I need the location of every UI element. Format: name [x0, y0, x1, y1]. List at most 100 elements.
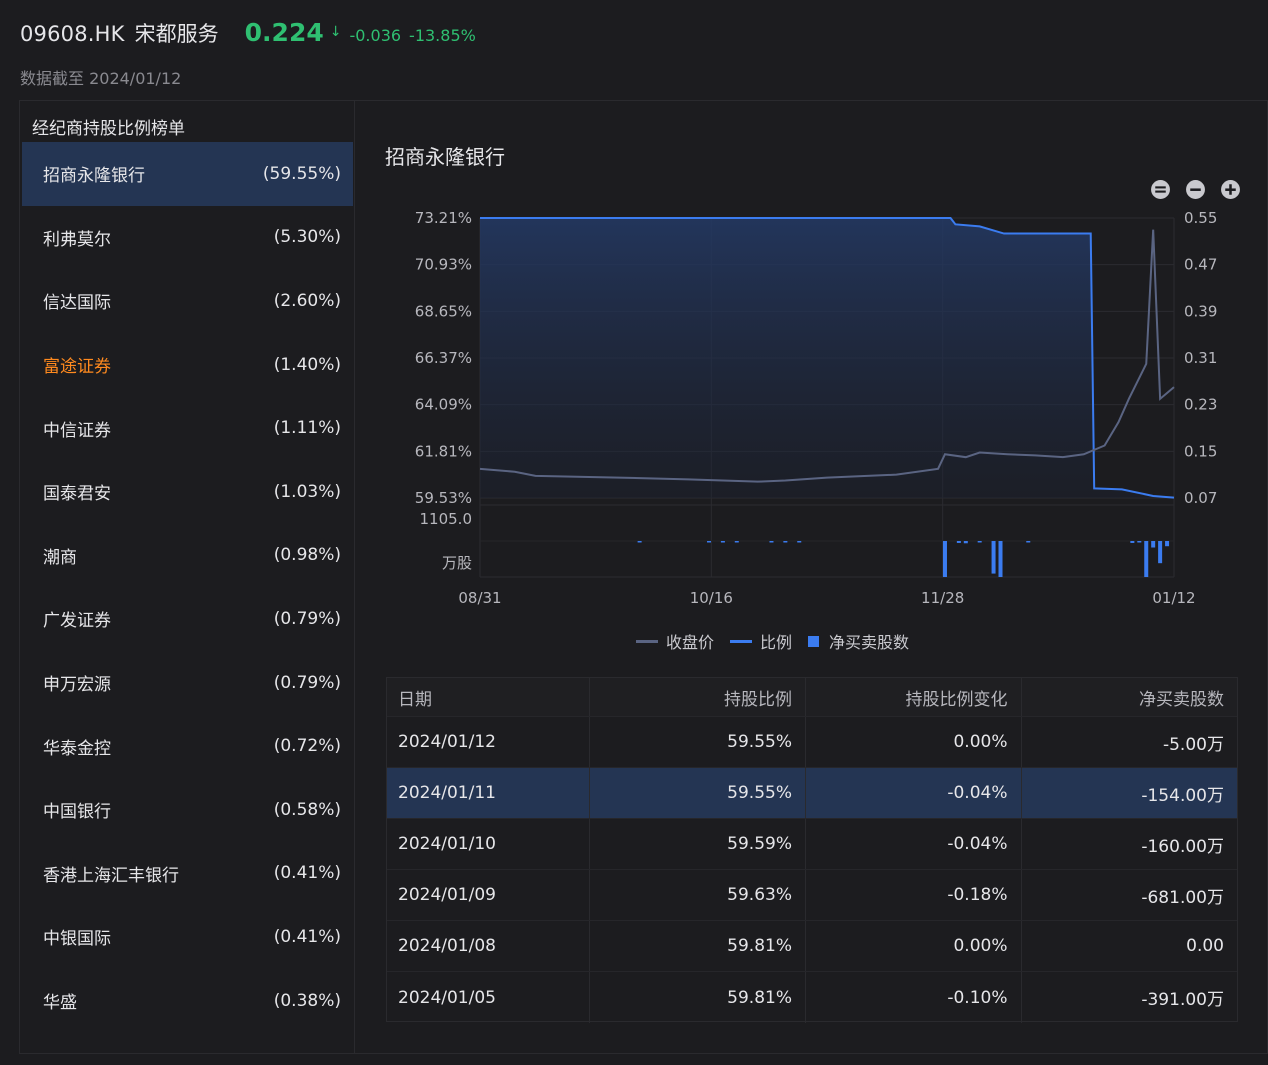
broker-pct: (1.03%) [273, 481, 341, 502]
cell-date: 2024/01/09 [387, 870, 590, 920]
cell-ratio: 59.55% [590, 768, 806, 818]
y-left-tick-label: 70.93% [415, 256, 472, 274]
x-tick-label: 01/12 [1152, 589, 1195, 607]
col-header-ratio[interactable]: 持股比例 [590, 678, 806, 716]
volume-bar[interactable] [797, 541, 802, 543]
legend-item-ratio[interactable]: 比例 [730, 629, 792, 653]
cell-change: -0.04% [806, 768, 1022, 818]
broker-list: 招商永隆银行 (59.55%) 利弗莫尔 (5.30%) 信达国际 (2.60%) 富途证券… [22, 142, 353, 1032]
broker-item[interactable]: 华盛 (0.38%) [22, 969, 353, 1033]
broker-name: 中信证券 [43, 420, 111, 441]
broker-item[interactable]: 华泰金控 (0.72%) [22, 714, 353, 778]
broker-pct: (2.60%) [273, 290, 341, 311]
volume-bar[interactable] [1137, 541, 1142, 543]
volume-unit-label: 万股 [442, 554, 472, 572]
volume-bar[interactable] [1144, 541, 1149, 577]
broker-item[interactable]: 中国银行 (0.58%) [22, 778, 353, 842]
volume-bar[interactable] [1158, 541, 1163, 564]
broker-item[interactable]: 国泰君安 (1.03%) [22, 460, 353, 524]
broker-pct: (0.98%) [273, 545, 341, 566]
down-arrow-icon: ↓ [329, 24, 342, 40]
table-row[interactable]: 2024/01/09 59.63% -0.18% -681.00万 [387, 870, 1237, 921]
volume-bar[interactable] [942, 541, 947, 577]
volume-bar[interactable] [783, 541, 788, 543]
volume-bar[interactable] [963, 541, 968, 544]
broker-pct: (0.41%) [273, 926, 341, 947]
broker-item[interactable]: 利弗莫尔 (5.30%) [22, 206, 353, 270]
col-header-net[interactable]: 净买卖股数 [1022, 678, 1237, 716]
volume-bar[interactable] [956, 541, 961, 543]
cell-ratio: 59.81% [590, 972, 806, 1023]
table-row[interactable]: 2024/01/12 59.55% 0.00% -5.00万 [387, 717, 1237, 768]
legend-item-price[interactable]: 收盘价 [636, 629, 714, 653]
broker-pct: (1.40%) [273, 354, 341, 375]
legend-ratio-line-icon [730, 639, 753, 643]
volume-max-label: 1105.0 [420, 510, 473, 528]
volume-bar[interactable] [1165, 541, 1170, 547]
cell-date: 2024/01/11 [387, 768, 590, 818]
table-row[interactable]: 2024/01/11 59.55% -0.04% -154.00万 [387, 768, 1237, 819]
broker-item[interactable]: 信达国际 (2.60%) [22, 269, 353, 333]
volume-bar[interactable] [991, 541, 996, 574]
col-header-date[interactable]: 日期 [387, 678, 590, 716]
holdings-chart[interactable]: 73.21% 70.93% 68.65% 66.37% 64.09% 61.81% 59.5… [356, 101, 1267, 611]
y-right-tick-label: 0.31 [1184, 349, 1217, 367]
cell-net: 0.00 [1186, 936, 1224, 956]
volume-bar[interactable] [998, 541, 1003, 577]
volume-bar[interactable] [1026, 541, 1031, 543]
table-row[interactable]: 2024/01/10 59.59% -0.04% -160.00万 [387, 819, 1237, 870]
broker-pct: (0.79%) [273, 608, 341, 629]
broker-name: 华盛 [43, 993, 77, 1014]
cell-net: -681.00万 [1141, 887, 1224, 908]
broker-name: 中银国际 [43, 929, 111, 950]
table-row[interactable]: 2024/01/08 59.81% 0.00% 0.00 [387, 921, 1237, 972]
y-right-tick-label: 0.39 [1184, 302, 1217, 320]
broker-item[interactable]: 申万宏源 (0.79%) [22, 651, 353, 715]
broker-item[interactable]: 招商永隆银行 (59.55%) [22, 142, 353, 206]
broker-item[interactable]: 广发证券 (0.79%) [22, 587, 353, 651]
broker-item[interactable]: 中银国际 (0.41%) [22, 905, 353, 969]
broker-item[interactable]: 富途证券 (1.40%) [22, 333, 353, 397]
data-as-of-date: 数据截至 2024/01/12 [20, 69, 182, 88]
y-left-tick-label: 68.65% [415, 302, 472, 320]
volume-bar[interactable] [734, 541, 739, 543]
broker-name: 国泰君安 [43, 484, 111, 505]
volume-bar[interactable] [769, 541, 774, 543]
legend-volume-label: 净买卖股数 [829, 633, 910, 652]
volume-bar[interactable] [707, 541, 712, 543]
volume-bar[interactable] [1151, 541, 1156, 548]
legend-item-volume[interactable]: 净买卖股数 [808, 629, 909, 653]
broker-item[interactable]: 潮商 (0.98%) [22, 524, 353, 588]
cell-change: -0.18% [806, 870, 1022, 920]
cell-date: 2024/01/12 [387, 717, 590, 767]
col-header-change[interactable]: 持股比例变化 [806, 678, 1022, 716]
broker-name: 华泰金控 [43, 738, 111, 759]
broker-item[interactable]: 香港上海汇丰银行 (0.41%) [22, 842, 353, 906]
broker-holdings-panel: 经纪商持股比例榜单 招商永隆银行 (59.55%) 利弗莫尔 (5.30%) 信达国际 (… [19, 100, 1268, 1054]
broker-name: 富途证券 [43, 357, 111, 378]
stock-price: 0.224 [244, 18, 324, 47]
volume-bar[interactable] [1130, 541, 1135, 543]
broker-ranking-sidebar: 经纪商持股比例榜单 招商永隆银行 (59.55%) 利弗莫尔 (5.30%) 信达国际 (… [20, 101, 355, 1053]
table-header-row: 日期 持股比例 持股比例变化 净买卖股数 [387, 678, 1237, 717]
holdings-table: 日期 持股比例 持股比例变化 净买卖股数 2024/01/12 59.55% 0.0… [386, 677, 1238, 1023]
volume-bar[interactable] [720, 541, 725, 543]
volume-bar[interactable] [637, 541, 642, 543]
y-left-tick-label: 73.21% [415, 209, 472, 227]
table-row[interactable]: 2024/01/05 59.81% -0.10% -391.00万 [387, 972, 1237, 1023]
broker-item[interactable]: 中信证券 (1.11%) [22, 396, 353, 460]
cell-change: -0.10% [806, 972, 1022, 1023]
chart-legend: 收盘价 比例 净买卖股数 [636, 629, 925, 653]
broker-name: 信达国际 [43, 293, 111, 314]
y-left-tick-label: 66.37% [415, 349, 472, 367]
broker-pct: (0.72%) [273, 736, 341, 757]
legend-ratio-label: 比例 [760, 633, 793, 652]
broker-name: 申万宏源 [43, 675, 111, 696]
cell-change: 0.00% [806, 717, 1022, 767]
y-right-tick-label: 0.23 [1184, 396, 1217, 414]
x-tick-label: 08/31 [458, 589, 501, 607]
volume-bar[interactable] [977, 541, 982, 543]
cell-ratio: 59.81% [590, 921, 806, 971]
price-change-pct: -13.85% [409, 26, 476, 45]
y-left-tick-label: 59.53% [415, 489, 472, 507]
